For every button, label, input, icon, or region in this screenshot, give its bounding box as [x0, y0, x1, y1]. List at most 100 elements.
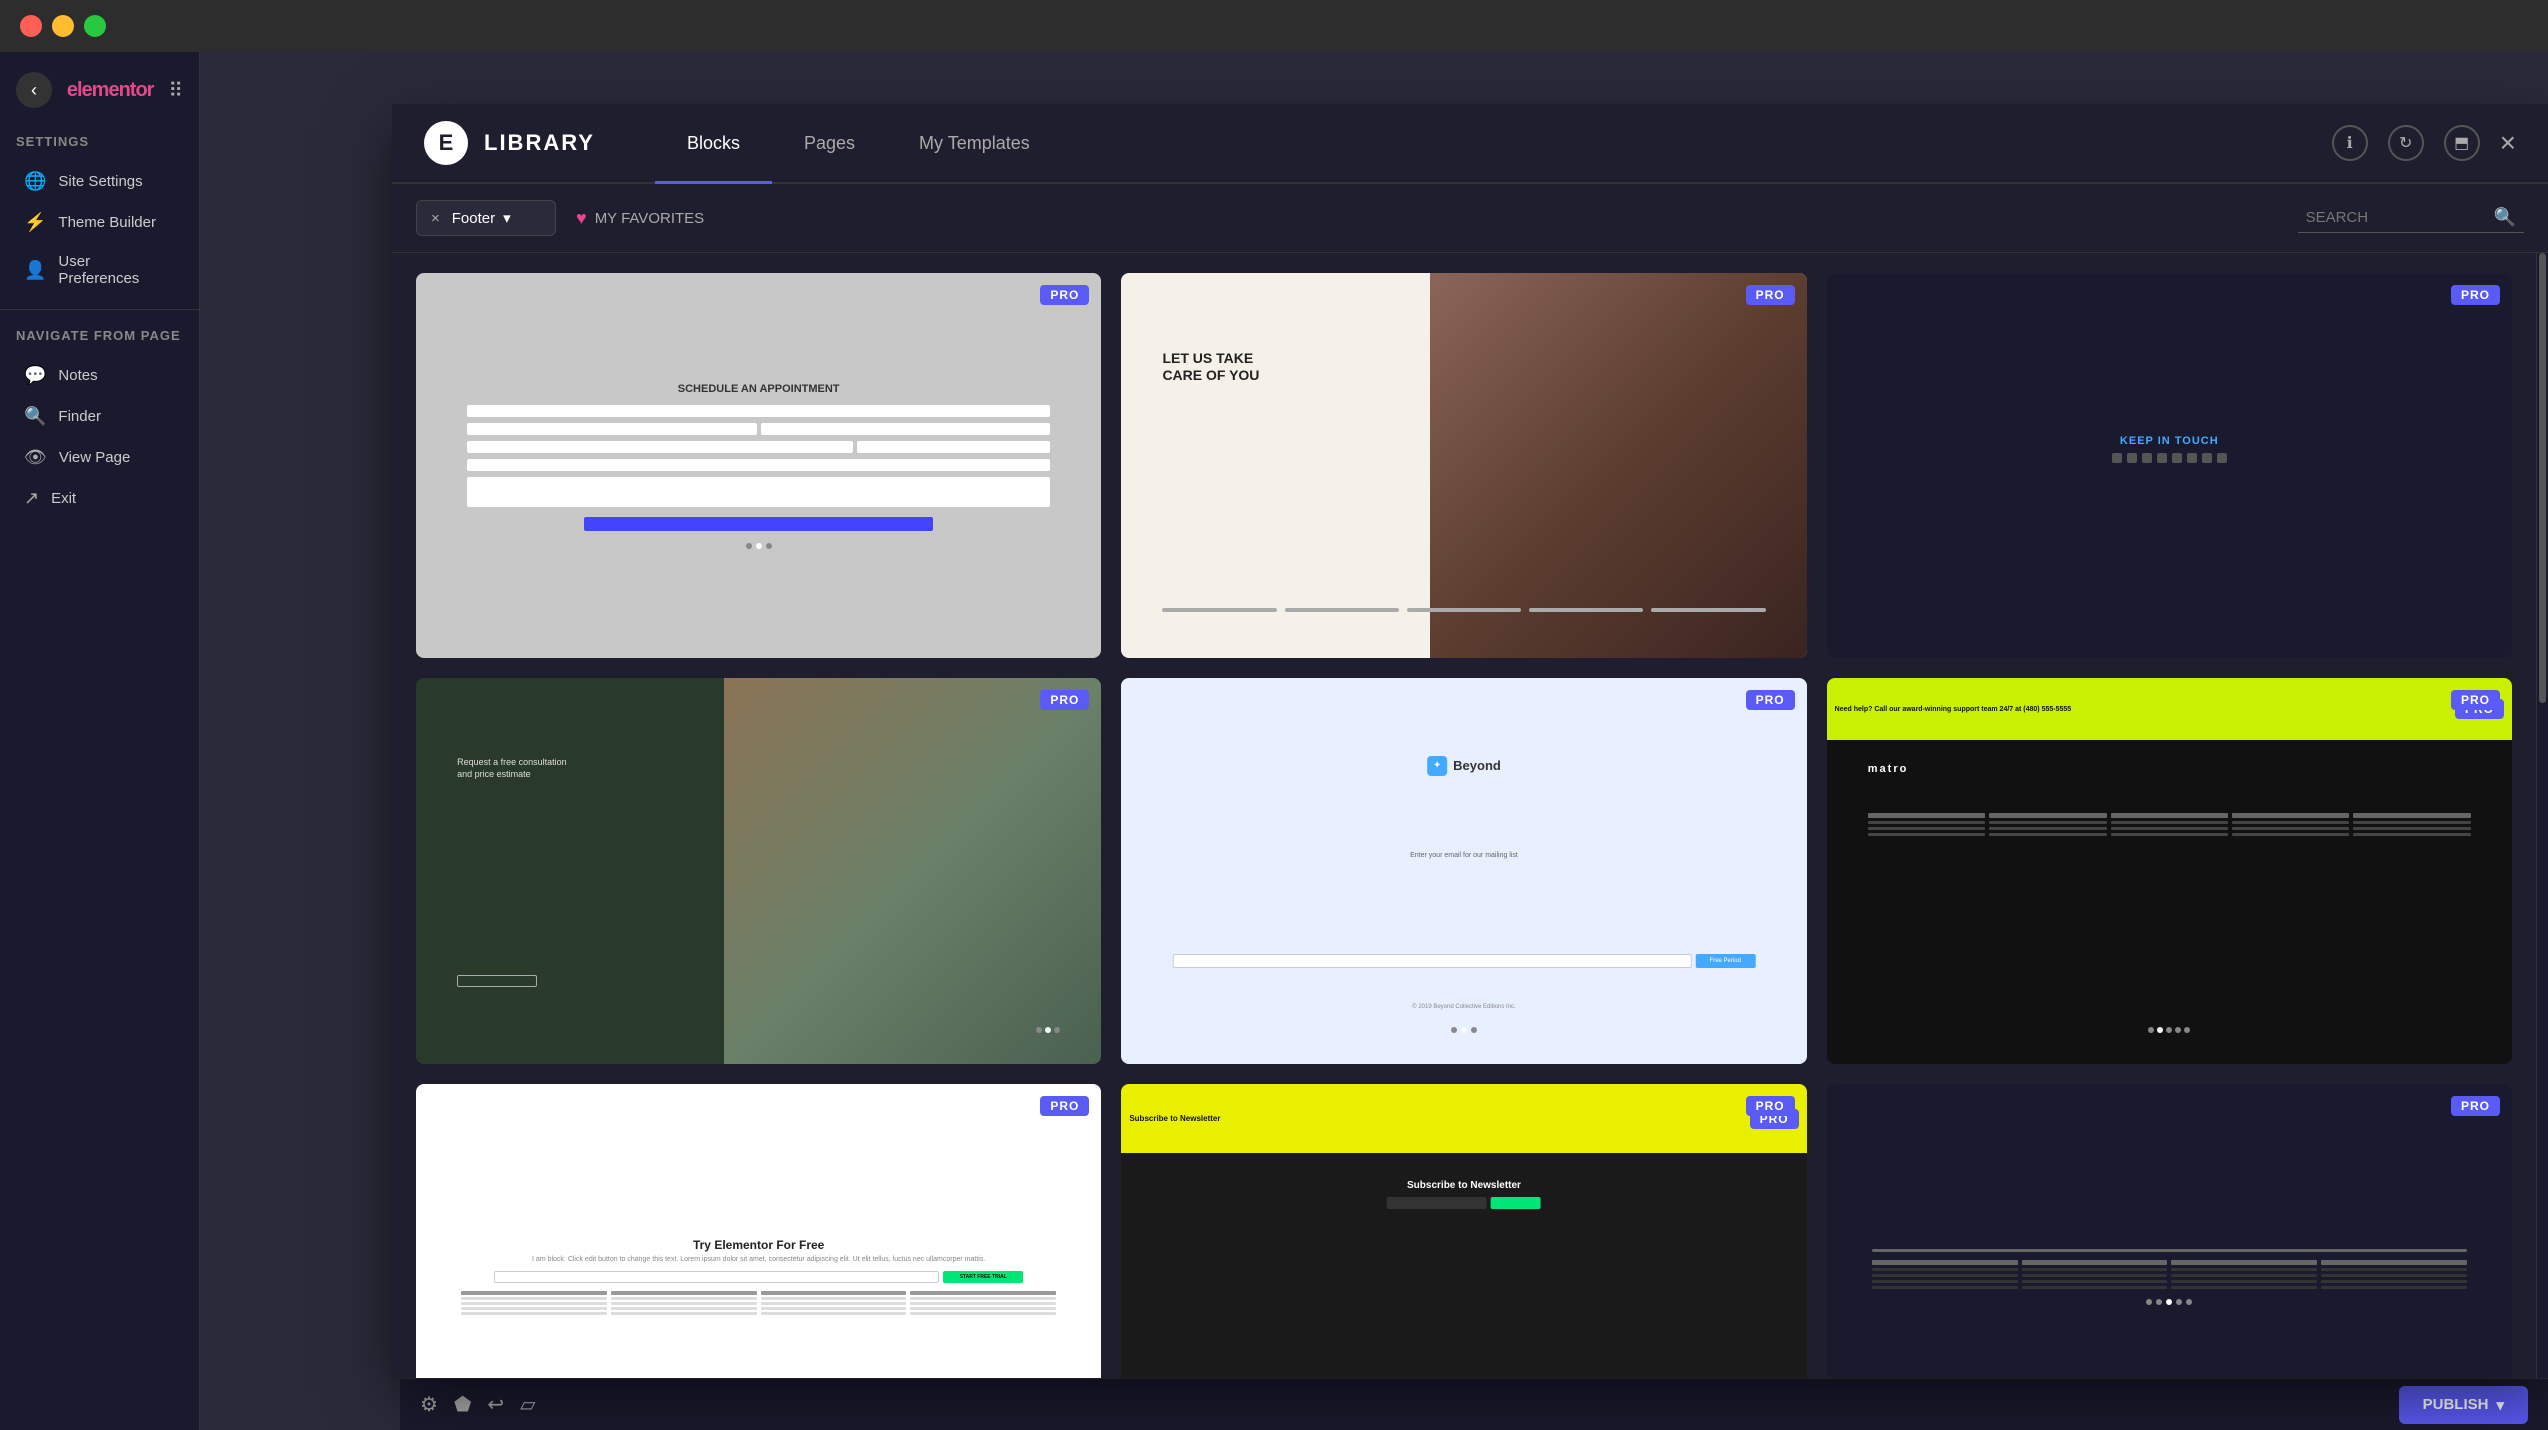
template-card[interactable]: KEEP IN TOUCH [1827, 273, 2512, 658]
template-preview: Subscribe to Newsletter PRO Subscribe to… [1121, 1084, 1806, 1378]
link-item [1868, 833, 1985, 836]
link-item [2171, 1274, 2317, 1277]
sidebar-item-notes[interactable]: 💬 Notes [8, 355, 191, 396]
social-icon [2187, 453, 2197, 463]
pro-badge: PRO [1746, 285, 1795, 305]
editor-canvas: This is they E LIBRARY Blocks Pages My T… [200, 52, 2548, 1430]
filter-value: Footer [452, 210, 495, 227]
copyright-text: © 2019 Beyond Collective Editions Inc. [1412, 1004, 1515, 1010]
heart-icon: ♥ [576, 208, 587, 229]
template-card[interactable]: SCHEDULE AN APPOINTMENT [416, 273, 1101, 658]
fullscreen-traffic-light[interactable] [84, 15, 106, 37]
tab-pages[interactable]: Pages [772, 106, 887, 184]
templates-area: SCHEDULE AN APPOINTMENT [392, 253, 2548, 1378]
link-item [761, 1297, 907, 1300]
sidebar-item-finder[interactable]: 🔍 Finder [8, 396, 191, 437]
link-item [2171, 1268, 2317, 1271]
chevron-down-icon: ▾ [2496, 1396, 2504, 1414]
template-text: Request a free consultationand price est… [457, 756, 567, 781]
template-inner-title: Subscribe to Newsletter [1156, 1180, 1773, 1191]
close-traffic-light[interactable] [20, 15, 42, 37]
sidebar-item-user-preferences[interactable]: 👤 User Preferences [8, 243, 191, 297]
link-item [461, 1297, 607, 1300]
template-preview: SCHEDULE AN APPOINTMENT [416, 273, 1101, 658]
form-field [761, 423, 1050, 435]
template-preview: Try Elementor For Free I am block. Click… [416, 1084, 1101, 1378]
link-column [761, 1291, 907, 1315]
sidebar-item-site-settings[interactable]: 🌐 Site Settings [8, 161, 191, 202]
grid-icon[interactable]: ⠿ [168, 78, 183, 103]
link-header [1872, 1260, 2018, 1265]
link-item [761, 1307, 907, 1310]
template-content: Subscribe to Newsletter [1156, 1180, 1773, 1209]
template-card[interactable]: Subscribe to Newsletter PRO Subscribe to… [1121, 1084, 1806, 1378]
publish-button[interactable]: PUBLISH ▾ [2399, 1386, 2528, 1424]
form-field [467, 423, 756, 435]
modal-header-actions: ℹ ↻ ⬒ × [2332, 125, 2516, 161]
save-icon[interactable]: ⬒ [2444, 125, 2480, 161]
scrollbar-thumb[interactable] [2539, 253, 2546, 703]
divider [1872, 1249, 2467, 1252]
brand-logo: ✦ Beyond [1427, 756, 1501, 776]
link-item [2111, 827, 2228, 830]
submit-button [584, 517, 934, 531]
template-card[interactable]: PRO [1827, 1084, 2512, 1378]
template-inner-title: KEEP IN TOUCH [2120, 435, 2219, 447]
sidebar-item-theme-builder[interactable]: ⚡ Theme Builder [8, 202, 191, 243]
clear-filter-icon[interactable]: × [431, 210, 440, 227]
nav-item [1651, 608, 1765, 612]
social-icon [2157, 453, 2167, 463]
template-card[interactable]: Request a free consultationand price est… [416, 678, 1101, 1063]
link-item [761, 1302, 907, 1305]
template-card[interactable]: Need help? Call our award-winning suppor… [1827, 678, 2512, 1063]
dot [2184, 1027, 2190, 1033]
favorites-button[interactable]: ♥ MY FAVORITES [576, 208, 704, 229]
refresh-icon[interactable]: ↻ [2388, 125, 2424, 161]
nav-item [1162, 608, 1276, 612]
social-icon [2217, 453, 2227, 463]
sidebar-item-view-page[interactable]: 👁 View Page [8, 437, 191, 478]
dot [1036, 1027, 1042, 1033]
newsletter-subtitle: Enter your email for our mailing list [1410, 852, 1518, 859]
link-column [461, 1291, 607, 1315]
link-item [2232, 833, 2349, 836]
back-button[interactable]: ‹ [16, 72, 52, 108]
settings-icon[interactable]: ⚙ [420, 1392, 438, 1417]
dot [2166, 1027, 2172, 1033]
bottom-toolbar: ⚙ ⬟ ↩ ▱ PUBLISH ▾ [400, 1378, 2548, 1430]
template-card[interactable]: ✦ Beyond Enter your email for our mailin… [1121, 678, 1806, 1063]
link-item [2022, 1280, 2168, 1283]
history-icon[interactable]: ↩ [487, 1392, 504, 1417]
modal-tabs: Blocks Pages My Templates [655, 104, 2332, 182]
top-banner: Subscribe to Newsletter PRO [1121, 1084, 1806, 1153]
tab-blocks[interactable]: Blocks [655, 106, 772, 184]
pro-badge: PRO [1040, 1096, 1089, 1116]
scrollbar-track[interactable] [2536, 253, 2548, 1378]
template-card[interactable]: LET US TAKECARE OF YOU PRO [1121, 273, 1806, 658]
close-button[interactable]: × [2500, 129, 2516, 157]
template-card[interactable]: Try Elementor For Free I am block. Click… [416, 1084, 1101, 1378]
sidebar-item-label: View Page [59, 449, 130, 466]
search-input[interactable] [2306, 209, 2486, 226]
subscribe-button: Free Period [1695, 954, 1755, 968]
link-item [2232, 827, 2349, 830]
sidebar-item-exit[interactable]: ↗ Exit [8, 478, 191, 519]
tab-my-templates[interactable]: My Templates [887, 106, 1062, 184]
template-inner-title: SCHEDULE AN APPOINTMENT [467, 383, 1050, 395]
link-item [2353, 827, 2470, 830]
link-column [2111, 813, 2228, 836]
pagination-dots [1451, 1027, 1477, 1033]
layers-icon[interactable]: ⬟ [454, 1392, 471, 1417]
link-item [1872, 1274, 2018, 1277]
category-filter[interactable]: × Footer ▾ [416, 200, 556, 236]
link-item [2232, 821, 2349, 824]
search-box[interactable]: 🔍 [2298, 203, 2524, 233]
minimize-traffic-light[interactable] [52, 15, 74, 37]
info-icon[interactable]: ℹ [2332, 125, 2368, 161]
templates-container[interactable]: SCHEDULE AN APPOINTMENT [392, 253, 2536, 1378]
responsive-icon[interactable]: ▱ [520, 1392, 535, 1417]
form-field [467, 441, 853, 453]
link-item [910, 1297, 1056, 1300]
link-header [2232, 813, 2349, 818]
pagination-dots [2146, 1299, 2192, 1305]
